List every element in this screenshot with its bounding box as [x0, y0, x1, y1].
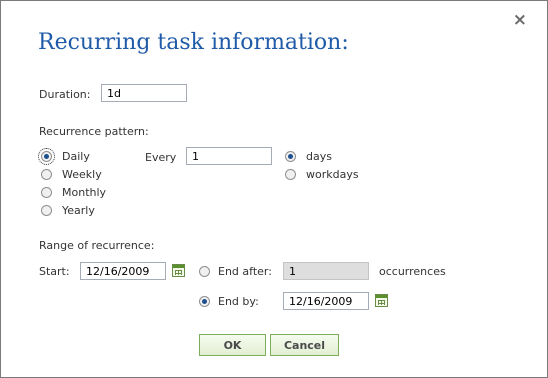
end-after-input[interactable]: [283, 262, 369, 280]
weekly-label: Weekly: [62, 168, 102, 181]
every-label: Every: [145, 151, 177, 164]
recurring-task-dialog: × Recurring task information: Duration: …: [0, 0, 548, 378]
workdays-label: workdays: [306, 168, 359, 181]
yearly-label: Yearly: [62, 204, 95, 217]
start-label: Start:: [39, 265, 70, 278]
end-by-calendar-icon[interactable]: [375, 294, 388, 307]
monthly-label: Monthly: [62, 186, 107, 199]
days-label: days: [306, 150, 332, 163]
end-after-radio[interactable]: [199, 266, 210, 277]
range-of-recurrence-label: Range of recurrence:: [39, 239, 155, 252]
dialog-title: Recurring task information:: [38, 30, 349, 55]
monthly-radio[interactable]: [41, 187, 52, 198]
duration-input[interactable]: [101, 84, 187, 102]
yearly-radio[interactable]: [41, 205, 52, 216]
weekly-radio[interactable]: [41, 169, 52, 180]
daily-label: Daily: [62, 150, 90, 163]
duration-label: Duration:: [39, 88, 91, 101]
end-by-date-input[interactable]: [283, 292, 369, 310]
end-after-label: End after:: [218, 265, 272, 278]
end-by-radio[interactable]: [199, 296, 210, 307]
ok-button[interactable]: OK: [199, 334, 266, 356]
recurrence-pattern-label: Recurrence pattern:: [39, 125, 149, 138]
every-input[interactable]: [186, 147, 272, 165]
start-date-input[interactable]: [80, 262, 166, 280]
cancel-button[interactable]: Cancel: [270, 334, 339, 356]
start-calendar-icon[interactable]: [172, 264, 185, 277]
close-icon[interactable]: ×: [513, 12, 527, 29]
workdays-radio[interactable]: [285, 169, 296, 180]
end-by-label: End by:: [218, 295, 259, 308]
occurrences-label: occurrences: [379, 265, 446, 278]
daily-radio[interactable]: [38, 148, 55, 165]
days-radio[interactable]: [285, 151, 296, 162]
